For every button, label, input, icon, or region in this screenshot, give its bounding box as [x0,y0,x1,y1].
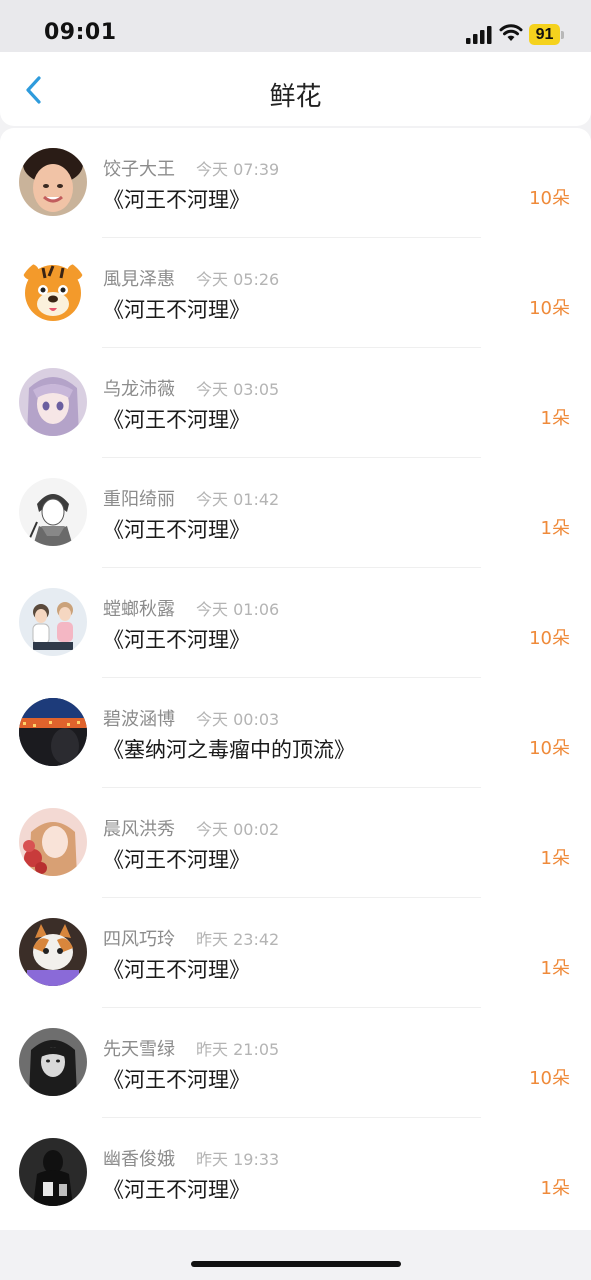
gift-time: 今天 00:02 [196,820,280,839]
flower-count: 10朵 [529,1068,570,1089]
avatar[interactable] [19,808,87,876]
list-item[interactable]: 風見泽惠 今天 05:26 《河王不河理》 10朵 [0,238,591,348]
avatar[interactable] [19,478,87,546]
gift-time: 今天 00:03 [196,710,280,729]
book-title: 《河王不河理》 [103,1178,250,1202]
wifi-icon [499,23,523,43]
sender-name: 風見泽惠 [103,269,175,290]
flower-count: 10朵 [529,298,570,319]
book-title: 《河王不河理》 [103,408,250,432]
book-title: 《河王不河理》 [103,1068,250,1092]
flower-count: 1朵 [540,518,570,539]
sender-name: 重阳绮丽 [103,489,175,510]
avatar[interactable] [19,368,87,436]
status-time: 09:01 [44,20,117,45]
page-title: 鲜花 [269,82,322,112]
list-item[interactable]: 先天雪绿 昨天 21:05 《河王不河理》 10朵 [0,1008,591,1118]
sender-name: 四风巧玲 [103,929,175,950]
book-title: 《塞纳河之毒瘤中的顶流》 [103,738,355,762]
gift-list: 饺子大王 今天 07:39 《河王不河理》 10朵 風見泽惠 今天 05:26 [0,128,591,1230]
navigation-bar: 鲜花 [0,52,591,126]
list-item[interactable]: 螳螂秋露 今天 01:06 《河王不河理》 10朵 [0,568,591,678]
sender-name: 幽香俊娥 [103,1149,175,1170]
flower-count: 1朵 [540,848,570,869]
list-item[interactable]: 重阳绮丽 今天 01:42 《河王不河理》 1朵 [0,458,591,568]
gift-time: 今天 03:05 [196,380,280,399]
sender-name: 乌龙沛薇 [103,379,175,400]
flower-count: 10朵 [529,628,570,649]
gift-time: 今天 01:42 [196,490,280,509]
list-item[interactable]: 饺子大王 今天 07:39 《河王不河理》 10朵 [0,128,591,238]
gift-time: 昨天 21:05 [196,1040,280,1059]
sender-name: 晨风洪秀 [103,819,175,840]
avatar[interactable] [19,1138,87,1206]
book-title: 《河王不河理》 [103,848,250,872]
list-item[interactable]: 四风巧玲 昨天 23:42 《河王不河理》 1朵 [0,898,591,1008]
gift-time: 昨天 23:42 [196,930,280,949]
flower-count: 1朵 [540,408,570,429]
avatar[interactable] [19,148,87,216]
avatar[interactable] [19,588,87,656]
sender-name: 碧波涵博 [103,709,175,730]
list-item[interactable]: 乌龙沛薇 今天 03:05 《河王不河理》 1朵 [0,348,591,458]
list-item[interactable]: 碧波涵博 今天 00:03 《塞纳河之毒瘤中的顶流》 10朵 [0,678,591,788]
home-indicator[interactable] [191,1261,401,1267]
flower-count: 1朵 [540,1178,570,1199]
gift-time: 今天 07:39 [196,160,280,179]
status-bar: 09:01 91 [0,0,591,52]
flower-count: 10朵 [529,738,570,759]
avatar[interactable] [19,918,87,986]
battery-level: 91 [529,24,560,45]
gift-time: 今天 01:06 [196,600,280,619]
avatar[interactable] [19,698,87,766]
sender-name: 饺子大王 [103,159,175,180]
book-title: 《河王不河理》 [103,628,250,652]
gift-time: 昨天 19:33 [196,1150,280,1169]
list-item[interactable]: 晨风洪秀 今天 00:02 《河王不河理》 1朵 [0,788,591,898]
flower-count: 10朵 [529,188,570,209]
book-title: 《河王不河理》 [103,188,250,212]
book-title: 《河王不河理》 [103,958,250,982]
sender-name: 螳螂秋露 [103,599,175,620]
battery-icon: 91 [529,24,564,46]
book-title: 《河王不河理》 [103,298,250,322]
book-title: 《河王不河理》 [103,518,250,542]
list-item[interactable]: 幽香俊娥 昨天 19:33 《河王不河理》 1朵 [0,1118,591,1228]
signal-icon [466,26,492,44]
flower-count: 1朵 [540,958,570,979]
avatar[interactable] [19,1028,87,1096]
sender-name: 先天雪绿 [103,1039,175,1060]
avatar[interactable] [19,258,87,326]
gift-time: 今天 05:26 [196,270,280,289]
